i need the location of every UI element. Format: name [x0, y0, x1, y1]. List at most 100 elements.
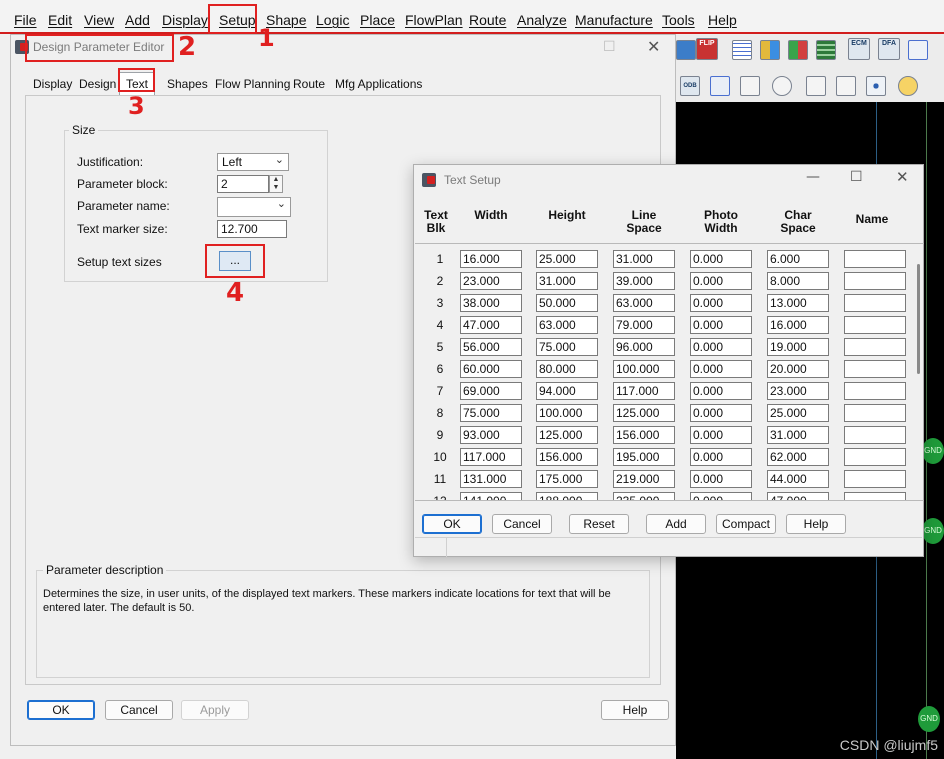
menu-analyze[interactable]: Analyze	[517, 12, 567, 28]
table-cell-input[interactable]: 69.000	[460, 382, 522, 400]
table-cell-input[interactable]	[844, 250, 906, 268]
table-cell-input[interactable]: 0.000	[690, 338, 752, 356]
table-cell-input[interactable]: 56.000	[460, 338, 522, 356]
menu-view[interactable]: View	[84, 12, 114, 28]
table-icon[interactable]	[676, 40, 696, 60]
tab-mfg-applications[interactable]: Mfg Applications	[335, 77, 422, 91]
table-cell-input[interactable]	[844, 338, 906, 356]
library-icon[interactable]	[760, 40, 780, 60]
table-cell-input[interactable]: 31.000	[613, 250, 675, 268]
table-cell-input[interactable]: 25.000	[536, 250, 598, 268]
table-cell-input[interactable]: 75.000	[536, 338, 598, 356]
table-cell-input[interactable]: 131.000	[460, 470, 522, 488]
tab-flow-planning[interactable]: Flow Planning	[215, 77, 290, 91]
grid-icon[interactable]	[732, 40, 752, 60]
table-cell-input[interactable]: 0.000	[690, 426, 752, 444]
r1r2-icon[interactable]	[806, 76, 826, 96]
table-cell-input[interactable]: 93.000	[460, 426, 522, 444]
table-cell-input[interactable]: 39.000	[613, 272, 675, 290]
table-cell-input[interactable]: 100.000	[536, 404, 598, 422]
table-cell-input[interactable]: 47.000	[460, 316, 522, 334]
table-cell-input[interactable]: 19.000	[767, 338, 829, 356]
table-cell-input[interactable]: 16.000	[460, 250, 522, 268]
table-cell-input[interactable]: 156.000	[536, 448, 598, 466]
ts-add-button[interactable]: Add	[646, 514, 706, 534]
table-cell-input[interactable]: 50.000	[536, 294, 598, 312]
table-cell-input[interactable]: 156.000	[613, 426, 675, 444]
ok-button[interactable]: OK	[27, 700, 95, 720]
table-cell-input[interactable]: 62.000	[767, 448, 829, 466]
ts-help-button[interactable]: Help	[786, 514, 846, 534]
table-cell-input[interactable]: 23.000	[460, 272, 522, 290]
close-icon[interactable]: ✕	[647, 37, 660, 56]
spin-up-icon[interactable]: ▲	[273, 176, 280, 183]
table-grid-icon[interactable]	[908, 40, 928, 60]
spin-down-icon[interactable]: ▼	[273, 184, 280, 191]
dfa-icon[interactable]: DFA	[878, 38, 900, 60]
table-cell-input[interactable]: 60.000	[460, 360, 522, 378]
menu-flowplan[interactable]: FlowPlan	[405, 12, 463, 28]
help-button[interactable]: Help	[601, 700, 669, 720]
table-cell-input[interactable]: 175.000	[536, 470, 598, 488]
table-cell-input[interactable]: 0.000	[690, 360, 752, 378]
stack-icon[interactable]	[816, 40, 836, 60]
canvas-pin[interactable]: GND	[922, 438, 944, 464]
table-cell-input[interactable]	[844, 294, 906, 312]
table-cell-input[interactable]: 0.000	[690, 294, 752, 312]
menu-logic[interactable]: Logic	[316, 12, 349, 28]
menu-display[interactable]: Display	[162, 12, 208, 28]
table-cell-input[interactable]: 8.000	[767, 272, 829, 290]
table-cell-input[interactable]: 0.000	[690, 250, 752, 268]
apply-button[interactable]: Apply	[181, 700, 249, 720]
table-cell-input[interactable]: 117.000	[613, 382, 675, 400]
table-cell-input[interactable]: 0.000	[690, 382, 752, 400]
maximize-icon[interactable]: ☐	[603, 39, 616, 55]
table-cell-input[interactable]: 63.000	[613, 294, 675, 312]
table-cell-input[interactable]: 188.000	[536, 492, 598, 500]
table-cell-input[interactable]: 63.000	[536, 316, 598, 334]
swap-icon[interactable]	[740, 76, 760, 96]
menu-manufacture[interactable]: Manufacture	[575, 12, 653, 28]
table-cell-input[interactable]: 0.000	[690, 272, 752, 290]
table-cell-input[interactable]: 117.000	[460, 448, 522, 466]
table-cell-input[interactable]: 80.000	[536, 360, 598, 378]
table-cell-input[interactable]: 96.000	[613, 338, 675, 356]
table-cell-input[interactable]: 31.000	[536, 272, 598, 290]
table-cell-input[interactable]: 6.000	[767, 250, 829, 268]
table-cell-input[interactable]	[844, 360, 906, 378]
ts-ok-button[interactable]: OK	[422, 514, 482, 534]
grid-scrollbar[interactable]	[916, 246, 922, 486]
table-cell-input[interactable]: 235.000	[613, 492, 675, 500]
flip-icon[interactable]: FLIP	[696, 38, 718, 60]
table-cell-input[interactable]: 141.000	[460, 492, 522, 500]
table-cell-input[interactable]: 94.000	[536, 382, 598, 400]
table-cell-input[interactable]: 125.000	[613, 404, 675, 422]
table-cell-input[interactable]	[844, 492, 906, 500]
table-cell-input[interactable]: 44.000	[767, 470, 829, 488]
cancel-button[interactable]: Cancel	[105, 700, 173, 720]
table-cell-input[interactable]	[844, 382, 906, 400]
menu-tools[interactable]: Tools	[662, 12, 695, 28]
layers-icon[interactable]	[788, 40, 808, 60]
ecm-icon[interactable]: ECM	[848, 38, 870, 60]
ts-cancel-button[interactable]: Cancel	[492, 514, 552, 534]
notebook-icon[interactable]	[836, 76, 856, 96]
parameter-block-input[interactable]: 2	[217, 175, 269, 193]
parameter-name-select[interactable]: ⌄	[217, 197, 291, 217]
odb-icon[interactable]: ODB	[680, 76, 700, 96]
table-cell-input[interactable]: 25.000	[767, 404, 829, 422]
canvas-pin[interactable]: GND	[922, 518, 944, 544]
table-cell-input[interactable]: 195.000	[613, 448, 675, 466]
table-cell-input[interactable]: 219.000	[613, 470, 675, 488]
table-cell-input[interactable]: 125.000	[536, 426, 598, 444]
menu-help[interactable]: Help	[708, 12, 737, 28]
table-cell-input[interactable]: 38.000	[460, 294, 522, 312]
tab-route[interactable]: Route	[293, 77, 325, 91]
maximize-icon[interactable]: ☐	[850, 169, 863, 185]
canvas-pin[interactable]: GND	[918, 706, 940, 732]
menu-add[interactable]: Add	[125, 12, 150, 28]
grid-dots-icon[interactable]	[866, 76, 886, 96]
table-cell-input[interactable]: 0.000	[690, 492, 752, 500]
table-cell-input[interactable]	[844, 316, 906, 334]
table-cell-input[interactable]	[844, 404, 906, 422]
